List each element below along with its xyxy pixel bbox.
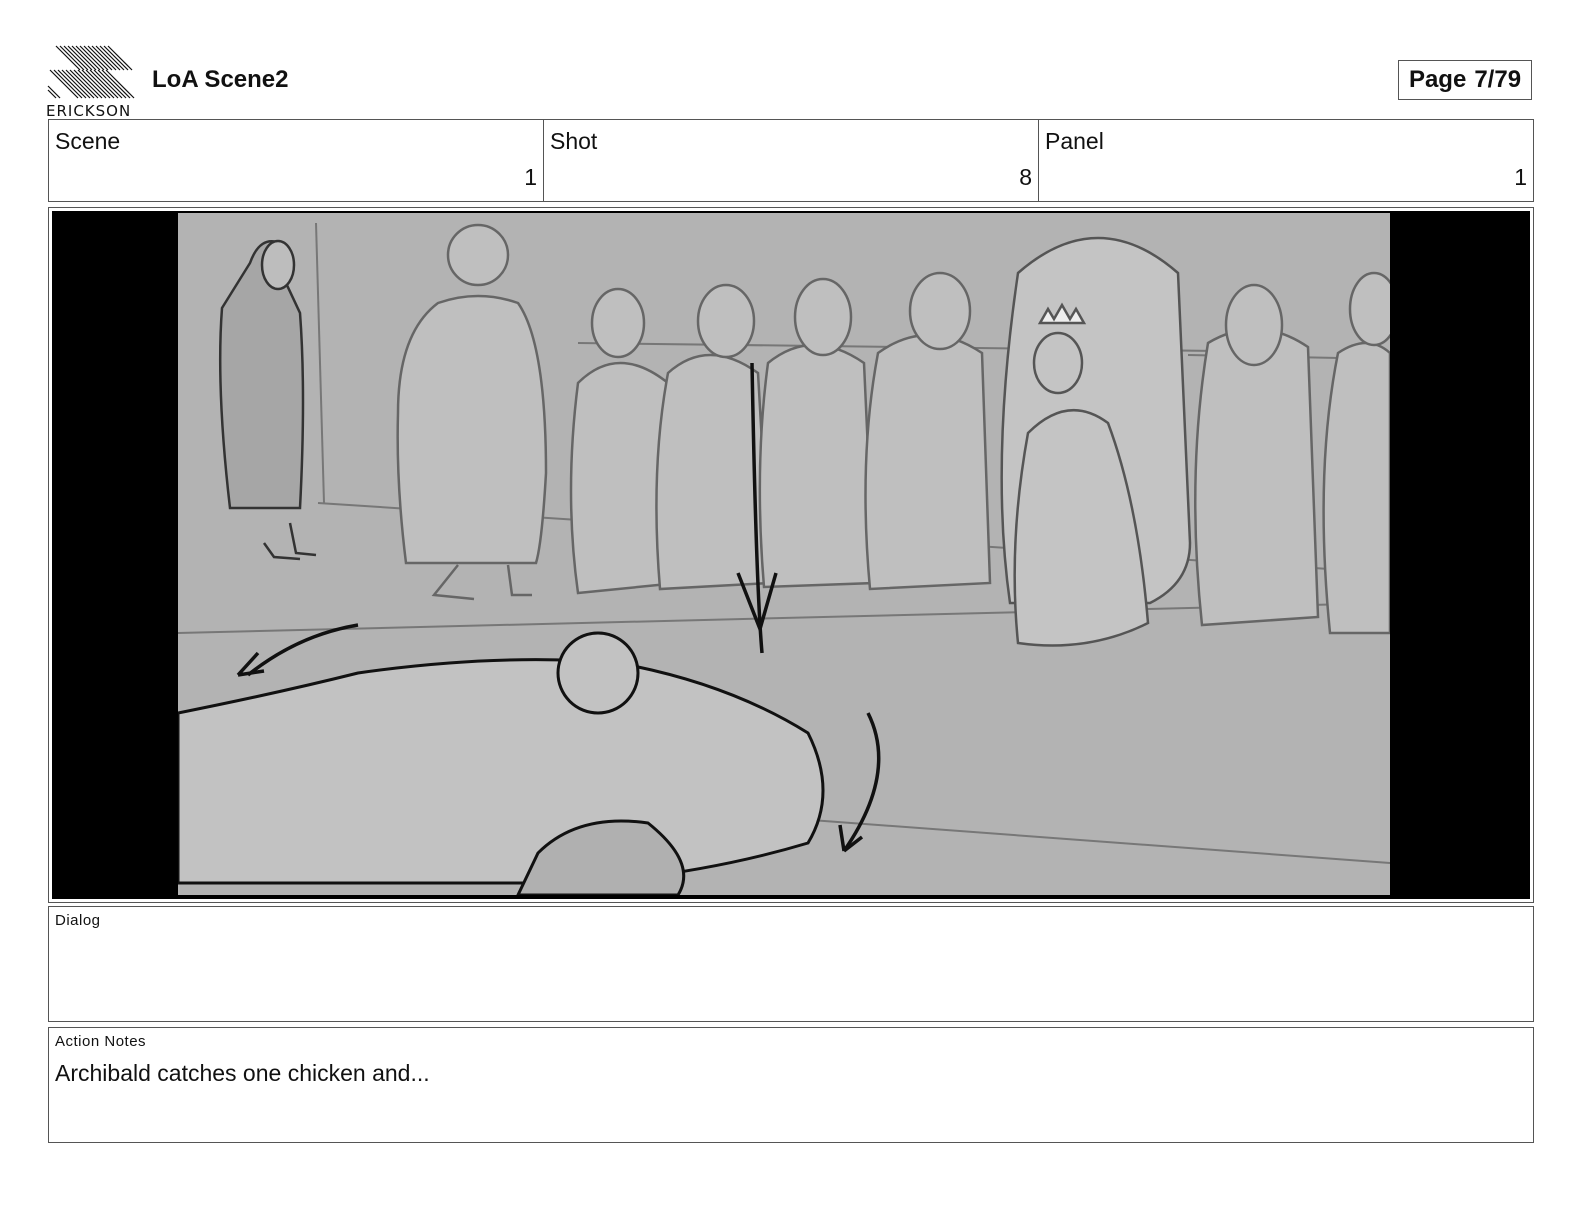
scene-cell: Scene 1: [49, 120, 544, 201]
logo-caption: ERICKSON: [46, 102, 132, 120]
info-row: Scene 1 Shot 8 Panel 1: [48, 119, 1534, 202]
panel-label: Panel: [1045, 128, 1104, 154]
panel-value: 1: [1514, 164, 1527, 190]
storyboard-sketch: [178, 213, 1390, 895]
page-label: Page: [1408, 66, 1467, 93]
document-title: LoA Scene2: [152, 66, 289, 93]
storyboard-frame: [48, 207, 1534, 903]
action-notes-box: Action Notes Archibald catches one chick…: [48, 1027, 1534, 1143]
shot-cell: Shot 8: [544, 120, 1039, 201]
page-number: 7/79: [1474, 66, 1522, 93]
action-notes-label: Action Notes: [55, 1033, 147, 1050]
frame-letterbox: [52, 211, 1530, 899]
dialog-box: Dialog: [48, 906, 1534, 1022]
dialog-label: Dialog: [55, 912, 101, 929]
panel-cell: Panel 1: [1039, 120, 1533, 201]
page-indicator: Page 7/79: [1398, 60, 1532, 100]
shot-value: 8: [1019, 164, 1032, 190]
scene-label: Scene: [55, 128, 121, 154]
action-notes-text: Archibald catches one chicken and...: [55, 1060, 430, 1086]
scene-value: 1: [524, 164, 537, 190]
shot-label: Shot: [550, 128, 598, 154]
